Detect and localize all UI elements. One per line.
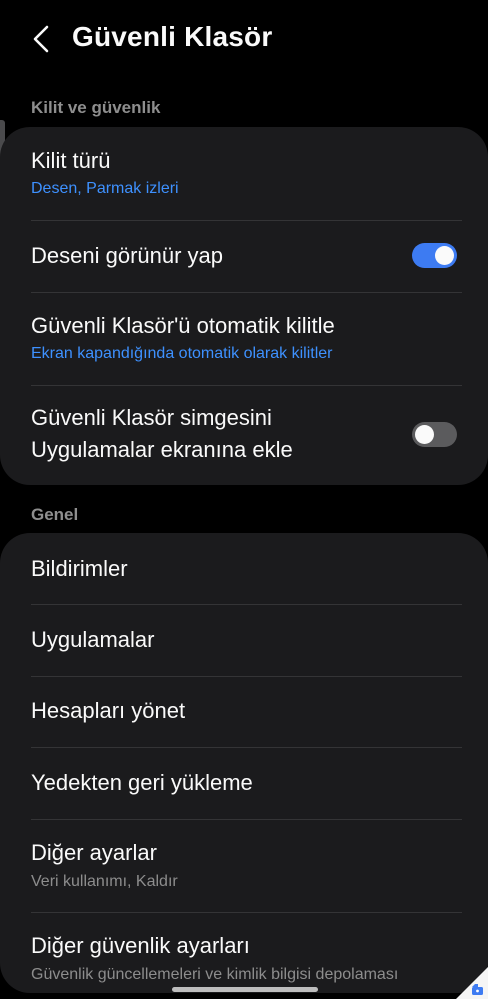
- auto-lock-title: Güvenli Klasör'ü otomatik kilitle: [31, 313, 335, 338]
- add-icon-toggle[interactable]: [412, 422, 457, 447]
- lock-settings-card: Kilit türü Desen, Parmak izleri Deseni g…: [0, 127, 488, 485]
- manage-accounts-item[interactable]: Hesapları yönet: [0, 677, 488, 747]
- page-title: Güvenli Klasör: [72, 21, 273, 52]
- gesture-home-bar[interactable]: [172, 987, 318, 992]
- apps-title: Uygulamalar: [31, 627, 155, 652]
- restore-backup-item[interactable]: Yedekten geri yükleme: [0, 748, 488, 819]
- other-security-title: Diğer güvenlik ayarları: [31, 933, 250, 958]
- add-icon-title-line1: Güvenli Klasör simgesini: [31, 405, 272, 430]
- lock-type-item[interactable]: Kilit türü Desen, Parmak izleri: [0, 127, 488, 220]
- section-label-lock: Kilit ve güvenlik: [31, 98, 161, 117]
- auto-lock-subtitle: Ekran kapandığında otomatik olarak kilit…: [31, 345, 333, 362]
- add-icon-title-line2: Uygulamalar ekranına ekle: [31, 437, 293, 462]
- other-security-subtitle: Güvenlik güncellemeleri ve kimlik bilgis…: [31, 966, 399, 983]
- back-arrow-icon: [33, 25, 49, 53]
- notifications-item[interactable]: Bildirimler: [0, 533, 488, 604]
- add-icon-item[interactable]: Güvenli Klasör simgesini Uygulamalar ekr…: [0, 386, 488, 485]
- other-settings-item[interactable]: Diğer ayarlar Veri kullanımı, Kaldır: [0, 820, 488, 912]
- notifications-title: Bildirimler: [31, 556, 128, 581]
- auto-lock-item[interactable]: Güvenli Klasör'ü otomatik kilitle Ekran …: [0, 293, 488, 385]
- manage-accounts-title: Hesapları yönet: [31, 698, 186, 723]
- show-pattern-item[interactable]: Deseni görünür yap: [0, 221, 488, 292]
- lock-type-title: Kilit türü: [31, 148, 111, 173]
- show-pattern-toggle[interactable]: [412, 243, 457, 268]
- section-label-general: Genel: [31, 505, 79, 524]
- restore-backup-title: Yedekten geri yükleme: [31, 770, 253, 795]
- back-button[interactable]: [26, 22, 56, 56]
- toggle-knob: [435, 246, 454, 265]
- top-app-bar: Güvenli Klasör: [0, 0, 488, 78]
- lock-type-subtitle: Desen, Parmak izleri: [31, 180, 179, 197]
- apps-item[interactable]: Uygulamalar: [0, 605, 488, 676]
- other-settings-subtitle: Veri kullanımı, Kaldır: [31, 873, 178, 890]
- toggle-knob: [415, 425, 434, 444]
- other-settings-title: Diğer ayarlar: [31, 840, 157, 865]
- secure-folder-icon[interactable]: [456, 967, 488, 999]
- general-settings-card: Bildirimler Uygulamalar Hesapları yönet …: [0, 533, 488, 993]
- other-security-item[interactable]: Diğer güvenlik ayarları Güvenlik güncell…: [0, 913, 488, 993]
- show-pattern-title: Deseni görünür yap: [31, 243, 224, 268]
